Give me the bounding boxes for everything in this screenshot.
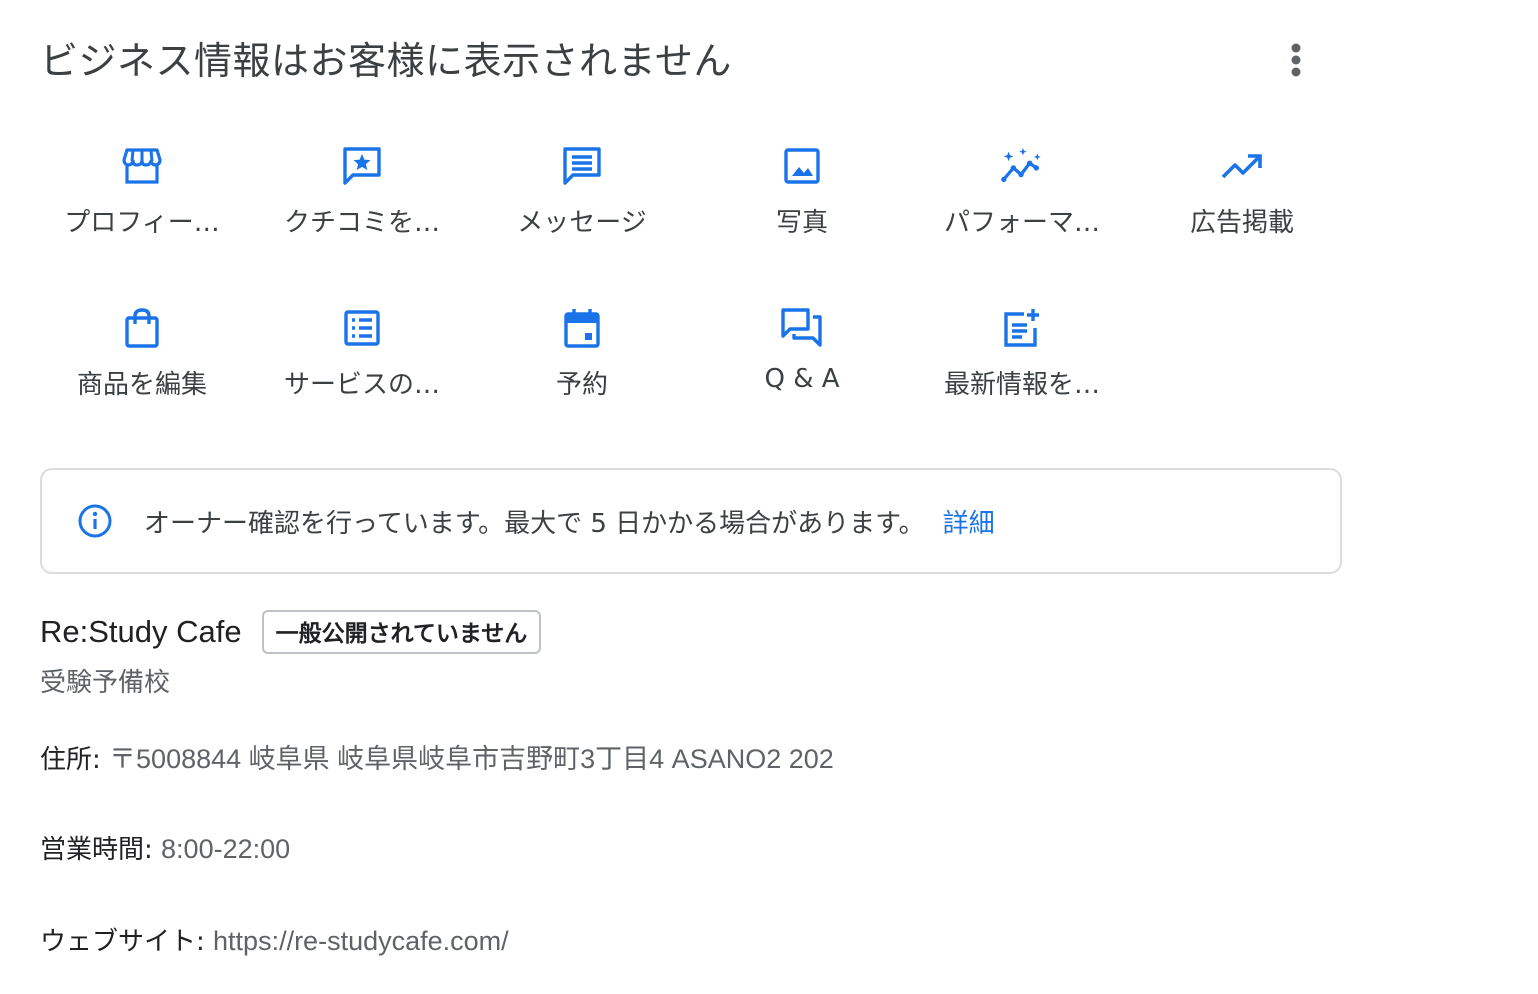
business-category: 受験予備校: [40, 668, 171, 698]
action-bookings[interactable]: 予約: [472, 290, 692, 452]
action-add-update[interactable]: 最新情報を…: [912, 290, 1132, 452]
message-icon: [560, 144, 604, 188]
address-row: 住所: 〒5008844 岐阜県 岐阜県岐阜市吉野町3丁目4 ASANO2 20…: [40, 737, 834, 776]
shopping-bag-icon: [120, 306, 164, 350]
action-label: 写真: [775, 208, 828, 238]
service-list-icon: [340, 306, 384, 350]
review-star-icon: [340, 144, 384, 188]
action-messages[interactable]: メッセージ: [472, 128, 692, 290]
verification-notice: オーナー確認を行っています。最大で 5 日かかる場合があります。 詳細: [40, 468, 1342, 574]
address-value: 〒5008844 岐阜県 岐阜県岐阜市吉野町3丁目4 ASANO2 202: [109, 744, 834, 774]
page-title: ビジネス情報はお客様に表示されません: [40, 39, 732, 83]
business-header: Re:Study Cafe 一般公開されていません: [40, 610, 542, 654]
action-edit-products[interactable]: 商品を編集: [32, 290, 252, 452]
action-label: 商品を編集: [76, 370, 207, 400]
action-label: 広告掲載: [1189, 208, 1294, 238]
business-name: Re:Study Cafe: [40, 614, 242, 649]
hours-value: 8:00-22:00: [161, 834, 291, 864]
actions-grid: プロフィー… クチコミを… メッセージ 写真 パフォーマ… 広告掲載 商品を編集…: [32, 128, 1372, 452]
action-photos[interactable]: 写真: [692, 128, 912, 290]
performance-sparkle-icon: [1000, 144, 1044, 188]
action-performance[interactable]: パフォーマ…: [912, 128, 1132, 290]
info-icon: [76, 502, 114, 540]
action-label: Q & A: [764, 364, 840, 394]
address-label: 住所:: [40, 745, 101, 775]
website-row: ウェブサイト: https://re-studycafe.com/: [40, 921, 509, 958]
status-badge: 一般公開されていません: [261, 610, 542, 654]
action-label: サービスの…: [283, 370, 440, 400]
action-label: パフォーマ…: [943, 208, 1100, 238]
action-reviews[interactable]: クチコミを…: [252, 128, 472, 290]
post-add-icon: [1000, 306, 1044, 350]
hours-label: 営業時間:: [40, 835, 153, 865]
photo-icon: [780, 144, 824, 188]
action-label: メッセージ: [517, 208, 647, 238]
qa-forum-icon: [780, 306, 824, 350]
action-label: 最新情報を…: [943, 370, 1100, 400]
action-label: 予約: [555, 370, 608, 400]
action-label: クチコミを…: [283, 208, 440, 238]
hours-row: 営業時間: 8:00-22:00: [40, 829, 290, 866]
action-ads[interactable]: 広告掲載: [1132, 128, 1352, 290]
trending-up-icon: [1220, 144, 1264, 188]
action-services[interactable]: サービスの…: [252, 290, 472, 452]
more-options-button[interactable]: [1270, 36, 1322, 88]
calendar-icon: [560, 306, 604, 350]
more-vert-icon: [1290, 42, 1302, 82]
action-edit-profile[interactable]: プロフィー…: [32, 128, 252, 290]
action-label: プロフィー…: [64, 208, 220, 238]
notice-text: オーナー確認を行っています。最大で 5 日かかる場合があります。: [144, 508, 925, 539]
notice-details-link[interactable]: 詳細: [943, 503, 995, 540]
website-value: https://re-studycafe.com/: [213, 926, 509, 956]
storefront-icon: [120, 144, 164, 188]
website-label: ウェブサイト:: [40, 927, 205, 957]
action-qa[interactable]: Q & A: [692, 290, 912, 452]
